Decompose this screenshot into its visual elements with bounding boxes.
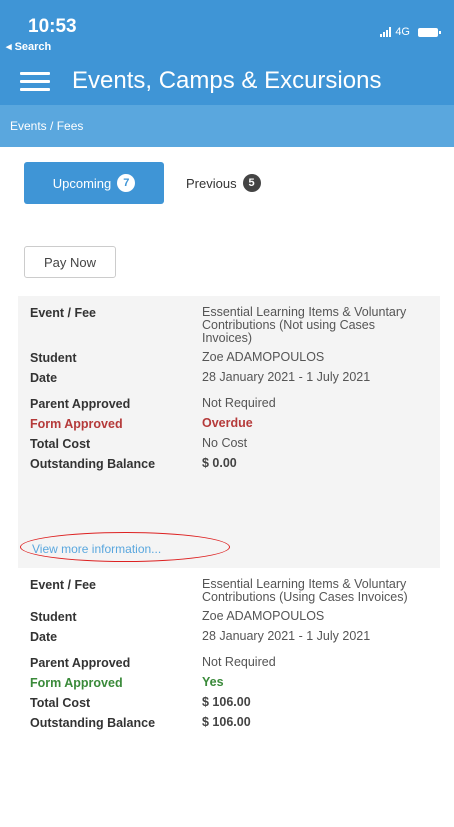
previous-count-badge: 5 bbox=[242, 174, 261, 192]
status-time: 10:53 bbox=[28, 16, 77, 37]
date-label: Date bbox=[30, 371, 58, 385]
student-label: Student bbox=[30, 351, 77, 365]
total-cost-row: Total Cost No Cost bbox=[30, 436, 428, 452]
parent-approved-label: Parent Approved bbox=[30, 656, 131, 670]
parent-approved-row: Parent Approved Not Required bbox=[30, 396, 428, 412]
date-row: Date 28 January 2021 - 1 July 2021 bbox=[30, 370, 428, 386]
hamburger-menu-icon[interactable] bbox=[20, 71, 50, 91]
status-indicators: 4G bbox=[380, 26, 441, 38]
outstanding-row: Outstanding Balance $ 0.00 bbox=[30, 456, 428, 472]
battery-icon bbox=[418, 27, 441, 37]
event-card: Event / Fee Essential Learning Items & V… bbox=[18, 296, 440, 568]
form-approved-status: Yes bbox=[202, 675, 224, 689]
app-header: Events, Camps & Excursions bbox=[0, 57, 454, 105]
upcoming-count-badge: 7 bbox=[117, 174, 136, 192]
event-tabs: Upcoming 7 Previous 5 bbox=[24, 162, 261, 204]
status-bar: 10:53 ◂ Search 4G bbox=[0, 0, 454, 57]
tab-previous[interactable]: Previous 5 bbox=[186, 162, 261, 204]
event-fee-row: Event / Fee Essential Learning Items & V… bbox=[30, 306, 428, 345]
date-row: Date 28 January 2021 - 1 July 2021 bbox=[30, 629, 428, 645]
form-approved-row: Form Approved Yes bbox=[30, 675, 428, 691]
event-fee-value: Essential Learning Items & Voluntary Con… bbox=[202, 305, 407, 345]
signal-icon bbox=[380, 27, 392, 37]
breadcrumb[interactable]: Events / Fees bbox=[0, 105, 454, 147]
network-label: 4G bbox=[395, 26, 410, 38]
parent-approved-value: Not Required bbox=[202, 655, 276, 669]
student-label: Student bbox=[30, 610, 77, 624]
event-fee-row: Event / Fee Essential Learning Items & V… bbox=[30, 578, 428, 604]
parent-approved-label: Parent Approved bbox=[30, 397, 131, 411]
event-fee-label: Event / Fee bbox=[30, 578, 96, 592]
total-cost-value: No Cost bbox=[202, 436, 248, 450]
pay-now-button[interactable]: Pay Now bbox=[24, 246, 116, 278]
parent-approved-row: Parent Approved Not Required bbox=[30, 655, 428, 671]
page-title: Events, Camps & Excursions bbox=[72, 67, 382, 94]
event-fee-value: Essential Learning Items & Voluntary Con… bbox=[202, 577, 408, 604]
tab-previous-label: Previous bbox=[186, 175, 237, 191]
student-row: Student Zoe ADAMOPOULOS bbox=[30, 609, 428, 625]
view-more-link[interactable]: View more information... bbox=[32, 542, 161, 556]
tab-upcoming[interactable]: Upcoming 7 bbox=[24, 162, 164, 204]
form-approved-status: Overdue bbox=[202, 416, 253, 430]
outstanding-value: $ 0.00 bbox=[202, 456, 237, 470]
total-cost-value: $ 106.00 bbox=[202, 695, 251, 709]
back-to-search-link[interactable]: ◂ Search bbox=[6, 40, 51, 53]
date-value: 28 January 2021 - 1 July 2021 bbox=[202, 370, 371, 384]
form-approved-row: Form Approved Overdue bbox=[30, 416, 428, 432]
total-cost-label: Total Cost bbox=[30, 696, 91, 710]
outstanding-label: Outstanding Balance bbox=[30, 457, 156, 471]
student-row: Student Zoe ADAMOPOULOS bbox=[30, 350, 428, 366]
form-approved-label: Form Approved bbox=[30, 676, 123, 690]
total-cost-label: Total Cost bbox=[30, 437, 91, 451]
parent-approved-value: Not Required bbox=[202, 396, 276, 410]
total-cost-row: Total Cost $ 106.00 bbox=[30, 695, 428, 711]
form-approved-label: Form Approved bbox=[30, 417, 123, 431]
outstanding-row: Outstanding Balance $ 106.00 bbox=[30, 715, 428, 731]
outstanding-label: Outstanding Balance bbox=[30, 716, 156, 730]
date-label: Date bbox=[30, 630, 58, 644]
student-value: Zoe ADAMOPOULOS bbox=[202, 350, 325, 364]
date-value: 28 January 2021 - 1 July 2021 bbox=[202, 629, 371, 643]
tab-upcoming-label: Upcoming bbox=[52, 175, 112, 191]
outstanding-value: $ 106.00 bbox=[202, 715, 251, 729]
event-fee-label: Event / Fee bbox=[30, 306, 96, 320]
event-card: Event / Fee Essential Learning Items & V… bbox=[18, 568, 440, 806]
student-value: Zoe ADAMOPOULOS bbox=[202, 609, 325, 623]
